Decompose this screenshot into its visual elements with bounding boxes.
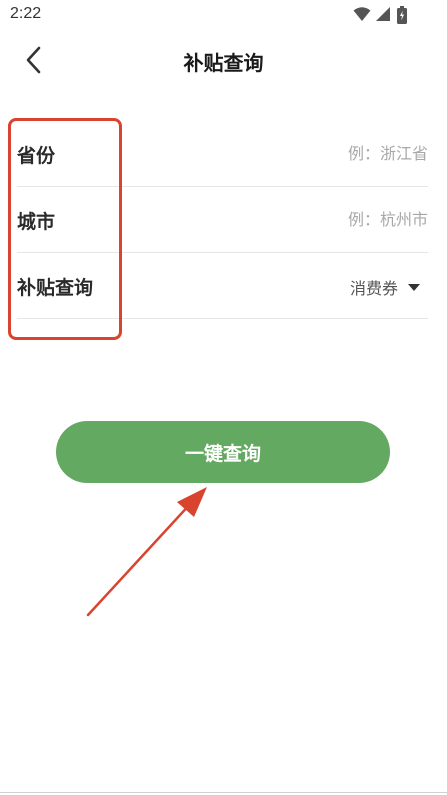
city-row: 城市 bbox=[17, 187, 428, 253]
status-time: 2:22 bbox=[10, 5, 42, 22]
caret-down-icon bbox=[408, 283, 420, 291]
subsidy-type-select[interactable]: 消费券 bbox=[350, 275, 420, 299]
province-row: 省份 bbox=[17, 121, 428, 187]
city-label: 城市 bbox=[17, 211, 56, 233]
status-bar: 2:22 bbox=[0, 0, 447, 30]
battery-icon bbox=[397, 6, 407, 28]
annotation-arrow bbox=[86, 487, 207, 617]
nav-bar: 补贴查询 bbox=[0, 36, 447, 84]
subsidy-type-label: 补贴查询 bbox=[17, 277, 94, 299]
signal-icon bbox=[375, 6, 391, 26]
province-input[interactable] bbox=[248, 139, 428, 167]
page-title: 补贴查询 bbox=[183, 51, 264, 75]
status-icons bbox=[353, 6, 413, 24]
bottom-divider bbox=[0, 792, 447, 793]
query-form: 省份 城市 补贴查询 消费券 bbox=[17, 121, 428, 319]
wifi-icon bbox=[353, 6, 371, 26]
province-label: 省份 bbox=[17, 145, 56, 167]
subsidy-type-row: 补贴查询 消费券 bbox=[17, 253, 428, 319]
one-click-query-button[interactable]: 一键查询 bbox=[56, 421, 390, 483]
city-input[interactable] bbox=[248, 205, 428, 233]
subsidy-type-value: 消费券 bbox=[349, 279, 398, 298]
